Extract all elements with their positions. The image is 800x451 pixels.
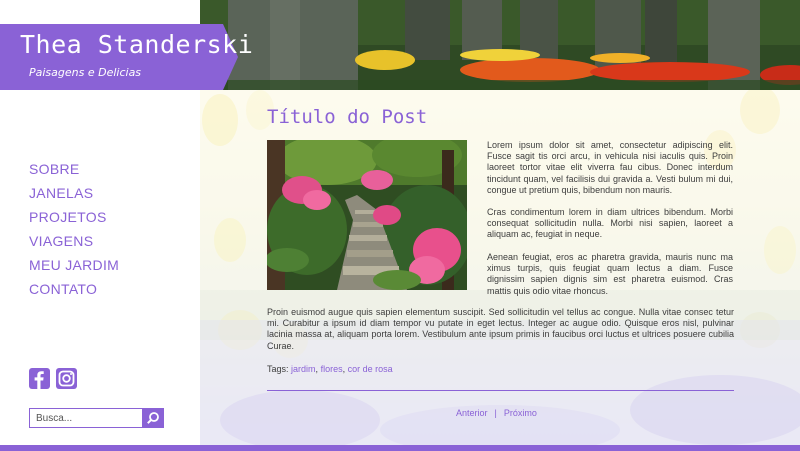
main-navigation: SOBRE JANELAS PROJETOS VIAGENS MEU JARDI…: [29, 160, 119, 304]
header-banner-image: [200, 0, 800, 90]
previous-post-link[interactable]: Anterior: [456, 408, 488, 418]
search-box: [29, 408, 164, 428]
footer-bar: [0, 445, 800, 451]
pager-separator: |: [494, 408, 497, 418]
site-name: Thea Standerski: [20, 30, 254, 59]
nav-item-sobre[interactable]: SOBRE: [29, 160, 119, 184]
instagram-icon[interactable]: [56, 368, 77, 389]
nav-item-contato[interactable]: CONTATO: [29, 280, 119, 304]
post-image: [267, 140, 467, 290]
tag-link[interactable]: jardim: [291, 364, 316, 374]
post-pagination: Anterior | Próximo: [456, 408, 537, 418]
tag-link[interactable]: flores: [321, 364, 343, 374]
post-paragraph: Lorem ipsum dolor sit amet, consectetur …: [487, 140, 733, 195]
divider: [267, 390, 734, 391]
search-button[interactable]: [142, 408, 164, 428]
search-input[interactable]: [29, 408, 142, 428]
nav-item-projetos[interactable]: PROJETOS: [29, 208, 119, 232]
post-tags: Tags: jardim, flores, cor de rosa: [267, 364, 393, 374]
tags-label: Tags:: [267, 364, 289, 374]
next-post-link[interactable]: Próximo: [504, 408, 537, 418]
nav-item-janelas[interactable]: JANELAS: [29, 184, 119, 208]
nav-item-viagens[interactable]: VIAGENS: [29, 232, 119, 256]
site-tagline: Paisagens e Delicias: [29, 66, 142, 79]
post-title: Título do Post: [267, 106, 428, 128]
search-icon: [147, 412, 159, 424]
post-paragraph: Proin euismod augue quis sapien elementu…: [267, 307, 734, 351]
post-paragraph: Cras condimentum lorem in diam ultrices …: [487, 207, 733, 240]
site-logo[interactable]: Thea Standerski Paisagens e Delicias: [0, 24, 253, 90]
tag-link[interactable]: cor de rosa: [348, 364, 393, 374]
post-paragraph: Aenean feugiat, eros ac pharetra gravida…: [487, 252, 733, 296]
facebook-icon[interactable]: [29, 368, 50, 389]
nav-item-meu-jardim[interactable]: MEU JARDIM: [29, 256, 119, 280]
social-links: [29, 368, 77, 389]
